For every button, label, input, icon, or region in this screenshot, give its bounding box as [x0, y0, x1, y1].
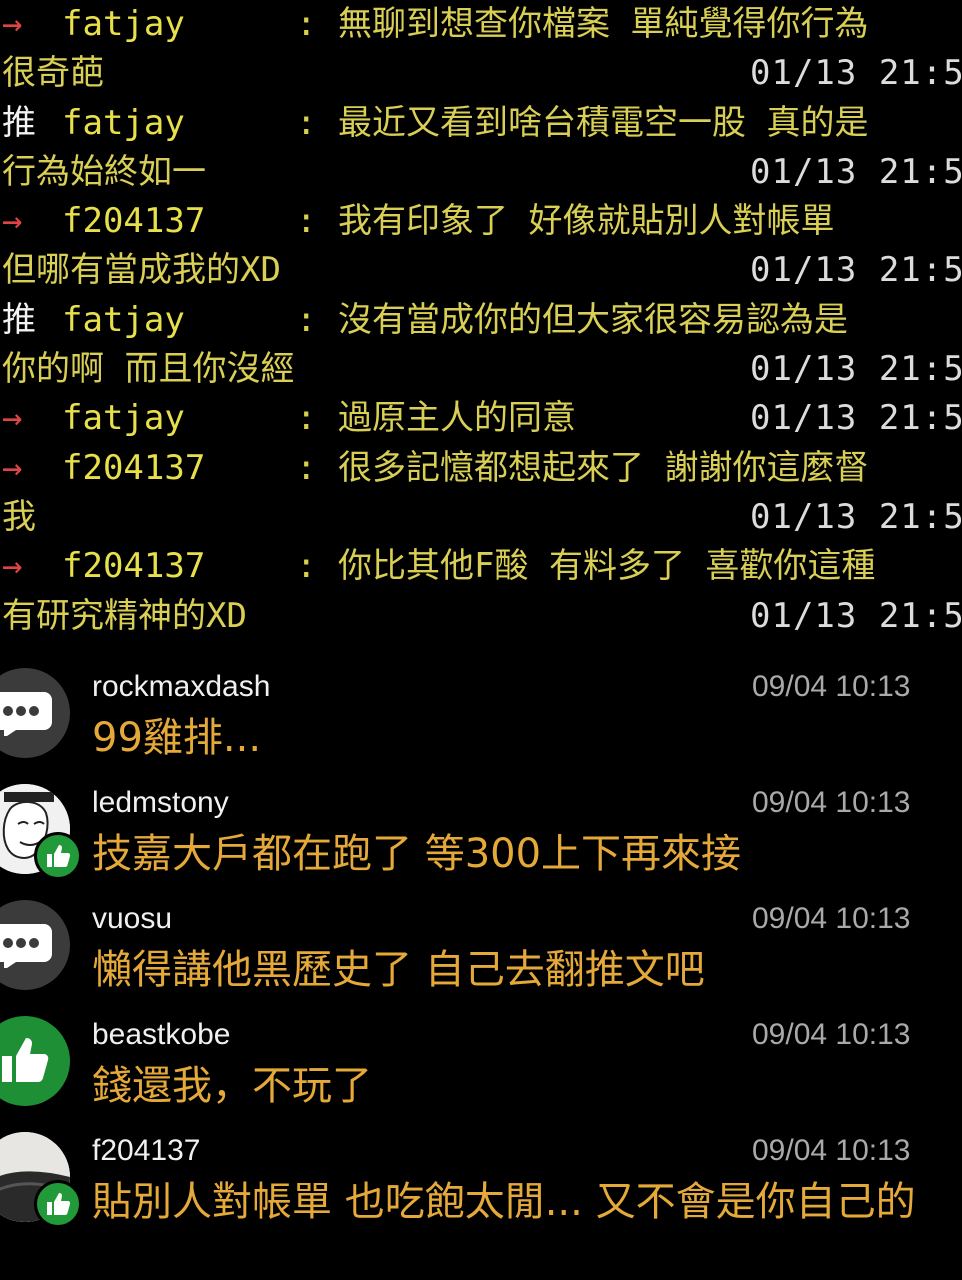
push-user: fatjay — [62, 398, 185, 439]
comment-time: 09/04 10:13 — [752, 1018, 911, 1051]
thumbs-up-icon — [34, 1180, 82, 1228]
comment-text: 技嘉大戶都在跑了 等300上下再來接 — [92, 831, 742, 877]
push-row: → fatjay : 無聊到想查你檔案 單純覺得你行為 很奇葩 01/13 21… — [0, 0, 962, 99]
push-text: 無聊到想查你檔案 單純覺得你行為 — [338, 4, 869, 44]
speech-bubble-icon — [0, 900, 70, 990]
comment-username[interactable]: beastkobe — [92, 1018, 230, 1052]
comment-item[interactable]: ledmstony 09/04 10:13 技嘉大戶都在跑了 等300上下再來接 — [0, 764, 962, 880]
push-time: 01/13 21:56 — [750, 250, 962, 291]
push-user: f204137 — [62, 546, 206, 587]
push-text: 最近又看到啥台積電空一股 真的是 — [338, 102, 869, 143]
comment-time: 09/04 10:13 — [752, 1134, 911, 1167]
arrow-tag: → — [2, 546, 23, 587]
push-colon: : — [296, 102, 317, 143]
comment-time: 09/04 10:13 — [752, 902, 911, 935]
push-row: → f204137 : 你比其他F酸 有料多了 喜歡你這種 有研究精神的XD 0… — [0, 542, 962, 640]
comment-item[interactable]: rockmaxdash 09/04 10:13 99雞排... — [0, 648, 962, 764]
push-time: 01/13 21:57 — [750, 349, 962, 390]
push-time: 01/13 21:58 — [750, 496, 962, 537]
comment-text: 貼別人對帳單 也吃飽太閒... 又不會是你自己的 — [92, 1179, 916, 1225]
thumbs-up-icon — [0, 1016, 70, 1106]
comment-username[interactable]: f204137 — [92, 1134, 200, 1168]
push-text: 我有印象了 好像就貼別人對帳單 — [338, 201, 835, 242]
comment-time: 09/04 10:13 — [752, 786, 911, 819]
ptt-push-list: → fatjay : 無聊到想查你檔案 單純覺得你行為 很奇葩 01/13 21… — [0, 0, 962, 640]
push-text-continued: 很奇葩 — [2, 53, 104, 94]
push-text: 很多記憶都想起來了 謝謝你這麼督 — [338, 447, 869, 488]
arrow-tag: → — [2, 4, 23, 44]
push-row: → fatjay : 過原主人的同意 01/13 21:57 — [0, 394, 962, 443]
push-text: 過原主人的同意 — [338, 398, 576, 439]
comment-text: 懶得講他黑歷史了 自己去翻推文吧 — [92, 947, 705, 993]
push-colon: : — [296, 546, 317, 587]
arrow-tag: → — [2, 201, 23, 242]
push-colon: : — [296, 447, 317, 488]
push-colon: : — [296, 4, 317, 44]
comment-time: 09/04 10:13 — [752, 670, 911, 703]
push-text-continued: 我 — [2, 496, 36, 537]
thumbs-up-icon — [34, 832, 82, 880]
push-row: → f204137 : 我有印象了 好像就貼別人對帳單 但哪有當成我的XD 01… — [0, 197, 962, 296]
push-text-continued: 行為始終如一 — [2, 151, 206, 192]
arrow-tag: → — [2, 398, 23, 439]
comment-username[interactable]: vuosu — [92, 902, 172, 936]
push-row: 推 fatjay : 最近又看到啥台積電空一股 真的是 行為始終如一 01/13… — [0, 99, 962, 198]
push-user: fatjay — [62, 102, 185, 143]
push-time: 01/13 21:55 — [750, 151, 962, 192]
push-row: 推 fatjay : 沒有當成你的但大家很容易認為是 你的啊 而且你沒經 01/… — [0, 296, 962, 395]
push-text-continued: 但哪有當成我的XD — [2, 250, 281, 291]
push-time: 01/13 21:53 — [750, 53, 962, 94]
speech-bubble-icon — [0, 668, 70, 758]
push-time: 01/13 21:57 — [750, 398, 962, 439]
push-colon: : — [296, 201, 317, 242]
push-text: 你比其他F酸 有料多了 喜歡你這種 — [338, 546, 876, 587]
comment-username[interactable]: ledmstony — [92, 786, 229, 820]
comment-item[interactable]: f204137 09/04 10:13 貼別人對帳單 也吃飽太閒... 又不會是… — [0, 1112, 962, 1280]
push-user: fatjay — [62, 299, 185, 340]
arrow-tag: → — [2, 447, 23, 488]
push-tag: 推 — [2, 102, 36, 143]
push-tag: 推 — [2, 299, 36, 340]
comment-item[interactable]: vuosu 09/04 10:13 懶得講他黑歷史了 自己去翻推文吧 — [0, 880, 962, 996]
comment-list: rockmaxdash 09/04 10:13 99雞排... ledmston… — [0, 648, 962, 1280]
push-colon: : — [296, 299, 317, 340]
push-user: f204137 — [62, 447, 206, 488]
push-user: f204137 — [62, 201, 206, 242]
comment-username[interactable]: rockmaxdash — [92, 670, 270, 704]
terminal-bottom-fade — [0, 628, 962, 640]
push-text: 沒有當成你的但大家很容易認為是 — [338, 299, 848, 340]
push-row: → f204137 : 很多記憶都想起來了 謝謝你這麼督 我 01/13 21:… — [0, 444, 962, 543]
comment-item[interactable]: beastkobe 09/04 10:13 錢還我，不玩了 — [0, 996, 962, 1112]
comment-text: 錢還我，不玩了 — [92, 1063, 372, 1109]
push-user: fatjay — [62, 4, 185, 44]
comment-text: 99雞排... — [92, 715, 262, 761]
push-text-continued: 你的啊 而且你沒經 — [2, 349, 295, 390]
push-colon: : — [296, 398, 317, 439]
